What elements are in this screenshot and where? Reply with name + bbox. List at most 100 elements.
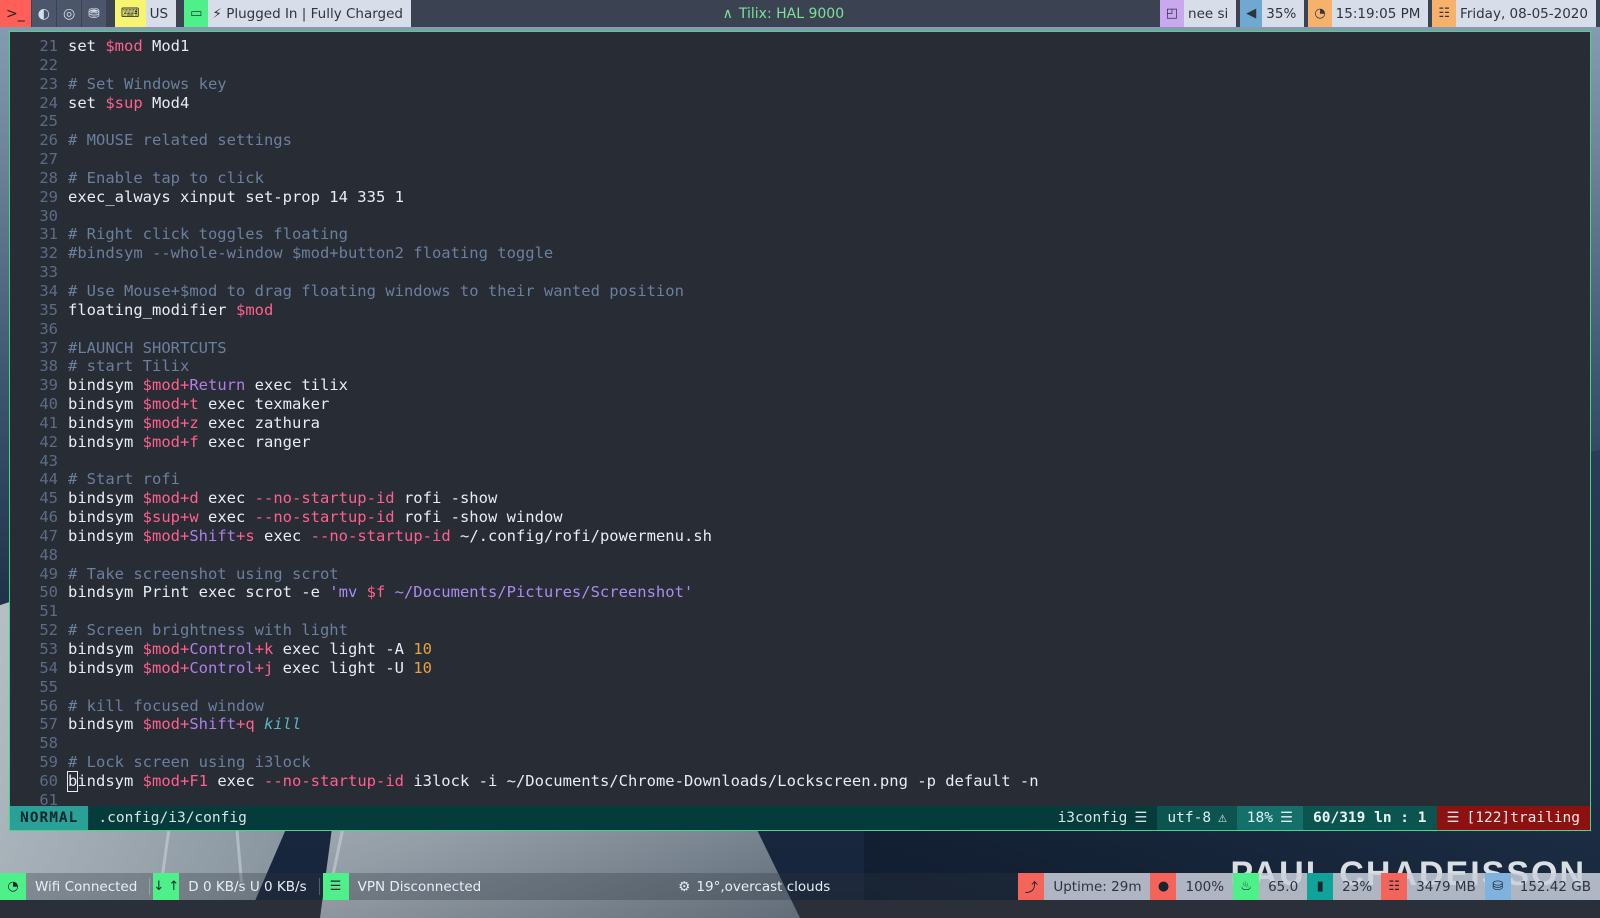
vim-encoding: utf-8 ⚠ xyxy=(1157,806,1236,830)
battery-indicator[interactable]: ▭ ⚡ Plugged In | Fully Charged xyxy=(184,0,411,27)
keyboard-icon: ⌨ xyxy=(115,0,146,27)
vim-cursor-position: 60/319 ln : 1 xyxy=(1303,806,1437,830)
code-token: exec light -U xyxy=(273,659,413,677)
weather-icon: ⚙ xyxy=(678,879,690,895)
code-token: Shift xyxy=(189,715,236,733)
filetype-label: i3config xyxy=(1058,810,1128,826)
line-number: 43 xyxy=(10,452,58,471)
code-token: bindsym xyxy=(68,527,143,545)
code-token: +s xyxy=(236,527,255,545)
weather-label: 19°,overcast clouds xyxy=(696,879,830,895)
code-token: # Take screenshot using scrot xyxy=(68,565,339,583)
clock-indicator[interactable]: ◔ 15:19:05 PM xyxy=(1308,0,1428,27)
line-number: 30 xyxy=(10,207,58,226)
line-number: 57 xyxy=(10,715,58,734)
code-token: Mod4 xyxy=(143,94,190,112)
browser-icon: ◐ xyxy=(38,7,50,21)
code-token: exec xyxy=(255,527,311,545)
battery-icon: ▮ xyxy=(1307,873,1333,900)
code-token: --no-startup-id xyxy=(311,527,451,545)
code-token: exec zathura xyxy=(199,414,320,432)
disk-indicator[interactable]: ⛁ 152.42 GB xyxy=(1485,873,1600,900)
brightness-indicator[interactable]: ● 100% xyxy=(1150,873,1233,900)
chrome-icon: ◎ xyxy=(63,7,75,21)
line-number: 56 xyxy=(10,697,58,716)
code-token: floating_modifier xyxy=(68,301,236,319)
code-token: $mod+ xyxy=(143,715,190,733)
line-number: 52 xyxy=(10,621,58,640)
code-token xyxy=(255,715,264,733)
line-number: 21 xyxy=(10,37,58,56)
code-token: $mod+F1 xyxy=(143,772,208,790)
code-token: bindsym xyxy=(68,414,143,432)
volume-label: 35% xyxy=(1262,0,1304,27)
statusline-spacer xyxy=(257,806,1048,830)
warning-label: [122]trailing xyxy=(1467,810,1581,826)
code-line: 35floating_modifier $mod xyxy=(10,301,1590,320)
weather-indicator[interactable]: ⚙ 19°,overcast clouds xyxy=(490,873,1018,900)
code-token: rofi -show xyxy=(395,489,498,507)
line-number: 22 xyxy=(10,56,58,75)
battery-status-indicator[interactable]: ▮ 23% xyxy=(1307,873,1381,900)
code-token: #bindsym --whole-window $mod+button2 flo… xyxy=(68,244,553,262)
code-token: exec xyxy=(199,489,255,507)
line-number: 27 xyxy=(10,150,58,169)
calendar-label: Friday, 08-05-2020 xyxy=(1456,0,1596,27)
volume-indicator[interactable]: ◀ 35% xyxy=(1240,0,1304,27)
wifi-indicator[interactable]: ◰ nee si xyxy=(1160,0,1237,27)
memory-icon: ☷ xyxy=(1381,873,1407,900)
code-token: +q xyxy=(236,715,255,733)
code-token: $sup xyxy=(105,94,142,112)
network-speed-indicator[interactable]: ↓ ↑ D 0 KB/s U 0 KB/s xyxy=(153,873,315,900)
code-line: 56# kill focused window xyxy=(10,697,1590,716)
code-line: 23 # Set Windows key xyxy=(10,75,1590,94)
code-token: # Set Windows key xyxy=(68,75,227,93)
network-speed-icon: ↓ ↑ xyxy=(153,873,179,900)
workspace-button-browser[interactable]: ◐ xyxy=(32,0,57,27)
percent-label: 18% xyxy=(1247,810,1273,826)
line-number: 31 xyxy=(10,225,58,244)
vpn-indicator[interactable]: ☰ VPN Disconnected xyxy=(323,873,491,900)
code-line: 50bindsym Print exec scrot -e 'mv $f ~/D… xyxy=(10,583,1590,602)
focused-window-title: ∧ Tilix: HAL 9000 xyxy=(411,0,1156,27)
code-line: 26# MOUSE related settings xyxy=(10,131,1590,150)
code-line: 38# start Tilix xyxy=(10,357,1590,376)
workspace-button-terminal[interactable]: >_ xyxy=(0,0,32,27)
tilix-terminal-window[interactable]: 21set $mod Mod12223# Set Windows key24se… xyxy=(9,31,1591,831)
line-number: 42 xyxy=(10,433,58,452)
code-token: rofi -show window xyxy=(395,508,563,526)
code-line: 28# Enable tap to click xyxy=(10,169,1590,188)
code-line: 47bindsym $mod+Shift+s exec --no-startup… xyxy=(10,527,1590,546)
code-token: Return xyxy=(189,376,245,394)
uptime-indicator[interactable]: ⤴ Uptime: 29m xyxy=(1018,873,1150,900)
code-token: bindsym xyxy=(68,715,143,733)
keyboard-layout-indicator[interactable]: ⌨ US xyxy=(115,0,176,27)
code-token: $mod+z xyxy=(143,414,199,432)
uptime-label: Uptime: 29m xyxy=(1044,873,1150,900)
code-token: $f xyxy=(367,583,386,601)
vim-filetype: i3config ☰ xyxy=(1048,806,1158,830)
code-token: bindsym xyxy=(68,640,143,658)
temperature-label: 65.0 xyxy=(1259,873,1307,900)
memory-indicator[interactable]: ☷ 3479 MB xyxy=(1381,873,1485,900)
clock-label: 15:19:05 PM xyxy=(1332,0,1429,27)
line-number: 23 xyxy=(10,75,58,94)
code-token: +j xyxy=(255,659,274,677)
temperature-icon: ♨ xyxy=(1233,873,1259,900)
code-token: # Lock screen using i3lock xyxy=(68,753,311,771)
line-number: 54 xyxy=(10,659,58,678)
vim-scroll-percent: 18% ☰ xyxy=(1237,806,1303,830)
workspace-button-files[interactable]: ⛃ xyxy=(82,0,107,27)
workspace-button-chrome[interactable]: ◎ xyxy=(57,0,82,27)
code-token: ~/.config/rofi/powermenu.sh xyxy=(451,527,712,545)
temperature-indicator[interactable]: ♨ 65.0 xyxy=(1233,873,1307,900)
code-token: $mod xyxy=(236,301,273,319)
code-token: # start Tilix xyxy=(68,357,189,375)
line-number: 45 xyxy=(10,489,58,508)
wifi-status-indicator[interactable]: ◔ Wifi Connected xyxy=(0,873,146,900)
code-line: 42bindsym $mod+f exec ranger xyxy=(10,433,1590,452)
vim-text-area[interactable]: 21set $mod Mod12223# Set Windows key24se… xyxy=(10,32,1590,806)
code-line: 48 xyxy=(10,546,1590,565)
calendar-indicator[interactable]: ☷ Friday, 08-05-2020 xyxy=(1432,0,1596,27)
code-token: --no-startup-id xyxy=(255,489,395,507)
